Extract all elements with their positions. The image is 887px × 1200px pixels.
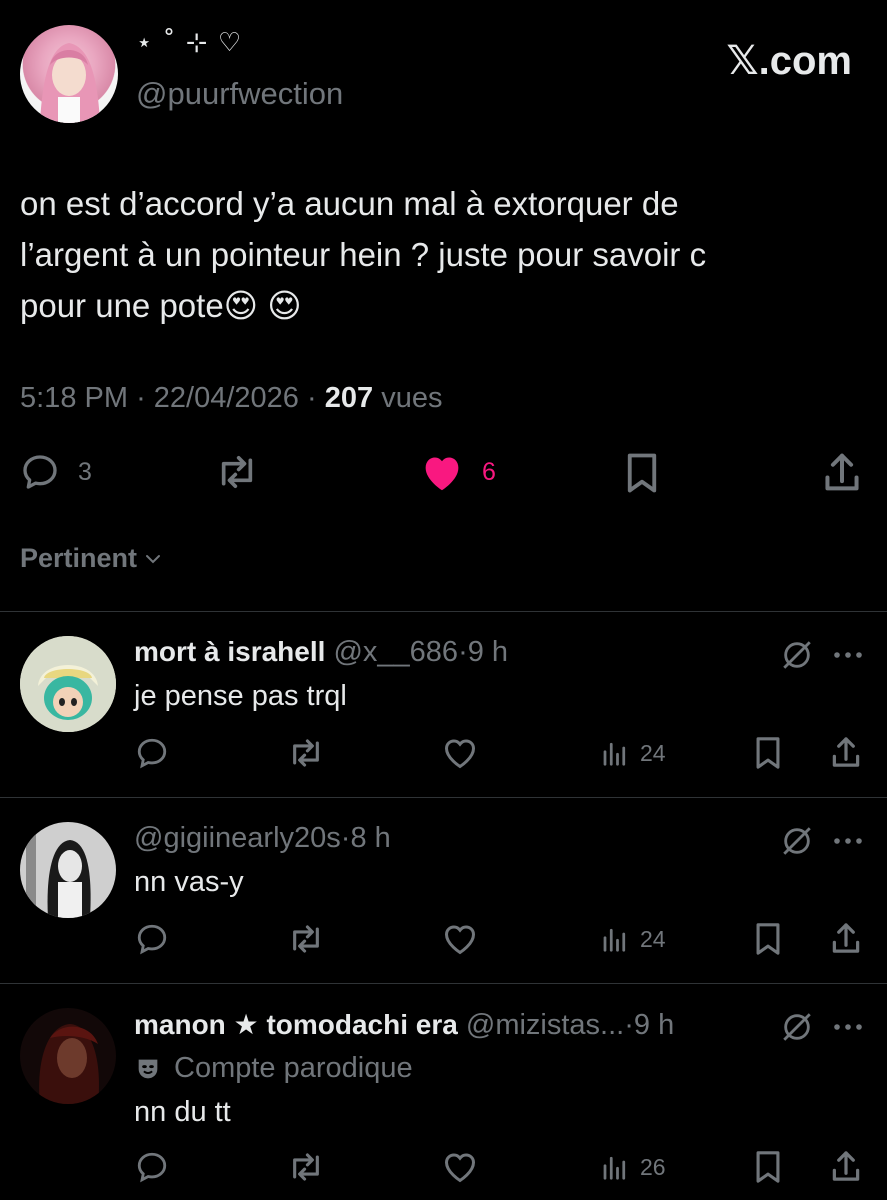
chevron-down-icon (143, 549, 163, 569)
more-options-icon[interactable] (833, 1022, 863, 1032)
meta-separator: · (307, 382, 317, 414)
tweet-text-line-2: l’argent à un pointeur hein ? juste pour… (20, 236, 707, 273)
author-avatar[interactable] (20, 25, 118, 123)
repost-icon[interactable] (287, 736, 325, 770)
reply-time[interactable]: 9 h (634, 1009, 674, 1041)
views-button[interactable]: 24 (600, 738, 666, 768)
reply-icon[interactable] (135, 736, 169, 770)
tweet-time[interactable]: 5:18 PM (20, 382, 128, 414)
reply-time[interactable]: 8 h (350, 822, 390, 854)
bookmark-icon[interactable] (753, 1150, 783, 1184)
tweet-text-line-1: on est d’accord y’a aucun mal à extorque… (20, 185, 679, 222)
reply-avatar[interactable] (20, 636, 116, 732)
share-icon[interactable] (830, 920, 862, 956)
parody-badge: Compte parodique (134, 1052, 413, 1085)
reply-avatar[interactable] (20, 822, 116, 918)
x-brand-logo: 𝕏.com (726, 39, 852, 83)
sort-label: Pertinent (20, 543, 138, 573)
reply-icon[interactable] (135, 1150, 169, 1184)
share-icon (822, 450, 862, 494)
share-button[interactable] (822, 450, 862, 494)
analytics-icon (600, 738, 630, 768)
tweet-text-line-3: pour une pote (20, 287, 224, 324)
heart-icon[interactable] (442, 922, 478, 956)
author-handle[interactable]: @puurfwection (136, 76, 343, 112)
reply-item[interactable]: @gigiinearly20s·8 h nn vas-y 24 (0, 798, 887, 983)
tweet-date[interactable]: 22/04/2026 (154, 382, 299, 414)
analytics-icon (600, 1152, 630, 1182)
reply-count: 3 (78, 457, 92, 486)
repost-icon[interactable] (287, 1150, 325, 1184)
bookmark-button[interactable] (623, 452, 661, 494)
theater-mask-icon (134, 1055, 162, 1083)
reply-handle[interactable]: @gigiinearly20s (134, 822, 341, 854)
heart-icon[interactable] (442, 736, 478, 770)
reply-icon[interactable] (135, 922, 169, 956)
views-count: 207 (324, 382, 374, 414)
bookmark-icon (623, 452, 661, 494)
share-icon[interactable] (830, 734, 862, 770)
bookmark-icon[interactable] (753, 736, 783, 770)
repost-icon (215, 452, 259, 492)
reply-text: nn vas-y (134, 866, 244, 898)
analytics-icon (600, 924, 630, 954)
heart-eyes-emoji: 😍 😍 (223, 287, 302, 324)
views-count: 24 (640, 925, 666, 952)
views-count: 24 (640, 739, 666, 766)
tweet-meta: 5:18 PM · 22/04/2026 · 207 vues (20, 382, 442, 415)
repost-button[interactable] (215, 452, 259, 492)
heart-filled-icon (420, 452, 464, 492)
reply-handle[interactable]: @mizistas... (466, 1009, 624, 1041)
views-button[interactable]: 26 (600, 1152, 666, 1182)
views-count: 26 (640, 1153, 666, 1180)
author-display-name[interactable]: ⋆ ˚ ⊹ ♡ (136, 28, 242, 58)
like-button[interactable]: 6 (420, 452, 496, 492)
reply-item[interactable]: mort à israhell @x__686·9 h je pense pas… (0, 612, 887, 797)
bookmark-icon[interactable] (753, 922, 783, 956)
reply-time[interactable]: 9 h (468, 636, 508, 668)
repost-icon[interactable] (287, 922, 325, 956)
reply-avatar[interactable] (20, 1008, 116, 1104)
grok-icon[interactable] (780, 1010, 814, 1044)
parody-badge-label: Compte parodique (174, 1052, 413, 1084)
more-options-icon[interactable] (833, 836, 863, 846)
reply-text: je pense pas trql (134, 680, 347, 712)
reply-item[interactable]: manon ★ tomodachi era @mizistas...·9 h C… (0, 984, 887, 1200)
reply-button[interactable]: 3 (20, 452, 92, 492)
meta-separator: · (136, 382, 146, 414)
views-button[interactable]: 24 (600, 924, 666, 954)
views-label: vues (381, 382, 443, 414)
share-icon[interactable] (830, 1148, 862, 1184)
reply-display-name[interactable]: manon ★ tomodachi era (134, 1009, 458, 1040)
reply-icon (20, 452, 60, 492)
more-options-icon[interactable] (833, 650, 863, 660)
heart-icon[interactable] (442, 1150, 478, 1184)
grok-icon[interactable] (780, 638, 814, 672)
reply-text: nn du tt (134, 1096, 231, 1128)
reply-display-name[interactable]: mort à israhell (134, 636, 325, 667)
like-count: 6 (482, 457, 496, 486)
replies-sort-dropdown[interactable]: Pertinent (20, 543, 163, 574)
tweet-text: on est d’accord y’a aucun mal à extorque… (20, 178, 840, 331)
grok-icon[interactable] (780, 824, 814, 858)
reply-handle[interactable]: @x__686 (333, 636, 458, 668)
